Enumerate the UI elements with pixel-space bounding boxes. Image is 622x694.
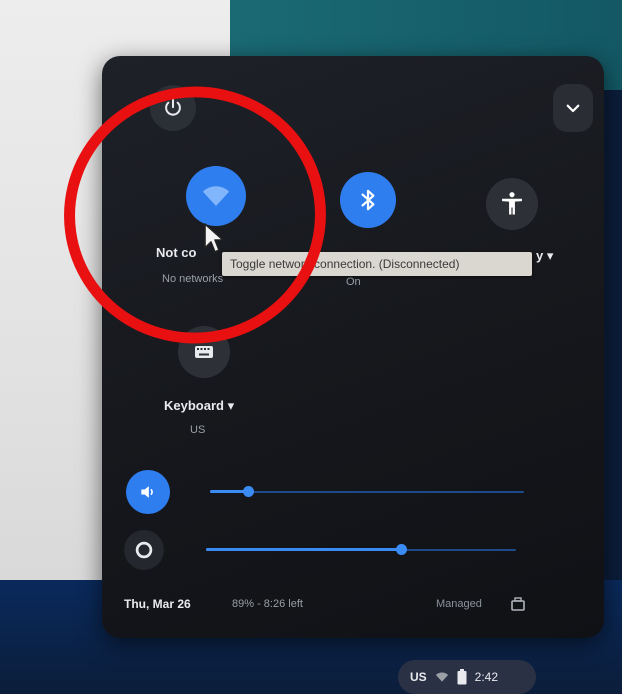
- accessibility-icon: [502, 192, 522, 215]
- brightness-slider-thumb[interactable]: [396, 544, 408, 555]
- managed-label[interactable]: Managed: [436, 598, 482, 610]
- tray-battery-icon: [457, 669, 467, 685]
- volume-mute-button[interactable]: [126, 470, 170, 514]
- brightness-icon: [135, 541, 153, 559]
- tray-time: 2:42: [474, 670, 499, 684]
- battery-label: 89% - 8:26 left: [232, 598, 303, 610]
- bluetooth-icon: [361, 189, 375, 211]
- accessibility-button[interactable]: [486, 178, 538, 230]
- tray-wifi-icon: [435, 672, 448, 682]
- managed-icon[interactable]: [510, 596, 526, 612]
- volume-icon: [141, 486, 153, 498]
- accessibility-title: y ▾: [536, 248, 554, 263]
- volume-slider-thumb[interactable]: [242, 486, 254, 497]
- collapse-button[interactable]: [553, 84, 593, 132]
- keyboard-subtitle: US: [190, 424, 206, 436]
- bluetooth-subtitle: On: [346, 276, 361, 288]
- keyboard-icon: [195, 346, 213, 358]
- tray-input-method: US: [410, 670, 427, 684]
- keyboard-title: Keyboard ▾: [164, 398, 235, 413]
- volume-slider[interactable]: [210, 484, 524, 500]
- brightness-slider-fill: [206, 548, 402, 551]
- chevron-down-icon: [566, 104, 580, 113]
- brightness-slider[interactable]: [206, 542, 516, 558]
- bluetooth-toggle-button[interactable]: [340, 172, 396, 228]
- brightness-button[interactable]: [124, 530, 164, 570]
- date-label[interactable]: Thu, Mar 26: [124, 597, 191, 611]
- status-tray[interactable]: US 2:42: [398, 660, 536, 694]
- volume-slider-track: [210, 491, 524, 493]
